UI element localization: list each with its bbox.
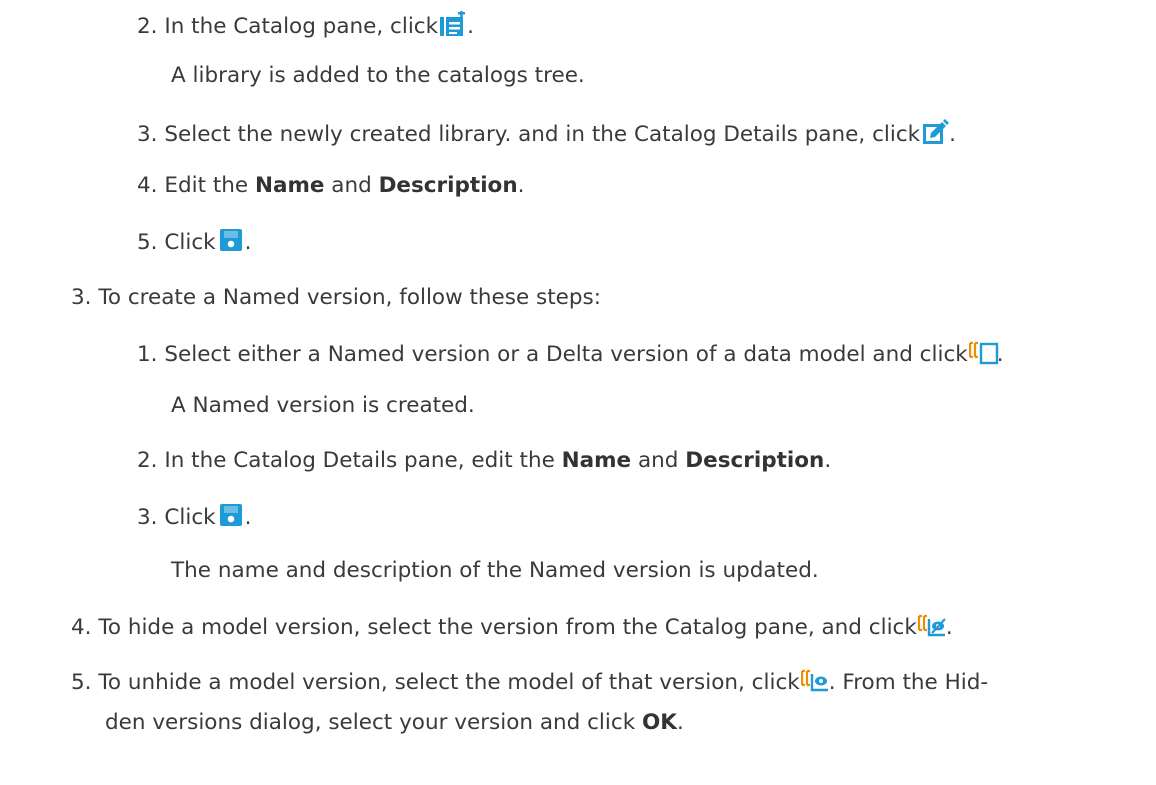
step-5-save: 5. Click . [137, 227, 251, 257]
step-text: den versions dialog, select your version… [105, 710, 642, 735]
step-4-edit-fields: 4. Edit the Name and Description. [137, 172, 524, 200]
edit-icon [921, 119, 950, 145]
step-punct: . [945, 615, 953, 640]
bold-name: Name [254, 173, 325, 198]
step-text: Click [164, 230, 216, 255]
substep-1-select-version: 1. Select either a Named version or a De… [137, 339, 1004, 369]
step-text: Click [164, 505, 216, 530]
bold-description: Description [378, 173, 518, 198]
step-number: 4. [71, 615, 92, 640]
unhide-version-icon [800, 667, 829, 693]
result-text: The name and description of the Named ve… [171, 558, 819, 583]
step-2-result: A library is added to the catalogs tree. [171, 62, 585, 90]
substep-1-result: A Named version is created. [171, 392, 475, 420]
step-punct: . [467, 14, 474, 39]
step-number: 5. [71, 670, 92, 695]
substep-3-result: The name and description of the Named ve… [171, 557, 819, 585]
step-number: 3. [137, 505, 158, 530]
hide-version-icon [917, 612, 946, 638]
step-punct: . [824, 448, 832, 473]
step-punct: . [517, 173, 525, 198]
step-punct: . [996, 342, 1004, 367]
step-punct: . [949, 122, 956, 147]
result-text: A Named version is created. [171, 393, 475, 418]
result-text: A library is added to the catalogs tree. [171, 63, 585, 88]
step-number: 3. [71, 285, 92, 310]
step-text-mid: and [631, 448, 686, 473]
step-number: 1. [137, 342, 158, 367]
save-icon [217, 227, 245, 253]
bold-name: Name [561, 448, 632, 473]
step-text: Select either a Named version or a Delta… [164, 342, 968, 367]
step-punct: . [244, 505, 252, 530]
bold-ok: OK [642, 710, 677, 735]
named-version-icon [968, 339, 998, 365]
step-5-unhide-version: 5. To unhide a model version, select the… [71, 667, 988, 697]
add-library-icon [439, 11, 467, 37]
step-text: In the Catalog pane, click [164, 14, 439, 39]
step-text-cont: . From the Hid- [828, 670, 989, 695]
step-2-add-library: 2. In the Catalog pane, click . [137, 11, 474, 41]
step-number: 3. [137, 122, 158, 147]
step-text: To create a Named version, follow these … [98, 285, 601, 310]
step-text: To hide a model version, select the vers… [98, 615, 917, 640]
step-number: 2. [137, 14, 158, 39]
step-text: In the Catalog Details pane, edit the [164, 448, 562, 473]
step-punct: . [676, 710, 684, 735]
substep-2-edit-details: 2. In the Catalog Details pane, edit the… [137, 447, 831, 475]
step-5-continued: den versions dialog, select your version… [105, 709, 684, 737]
step-3-named-version: 3. To create a Named version, follow the… [71, 284, 601, 312]
step-3-edit-library: 3. Select the newly created library. and… [137, 119, 956, 149]
save-icon [217, 502, 245, 528]
substep-3-save: 3. Click . [137, 502, 251, 532]
step-number: 4. [137, 173, 158, 198]
step-4-hide-version: 4. To hide a model version, select the v… [71, 612, 953, 642]
step-punct: . [244, 230, 252, 255]
step-number: 5. [137, 230, 158, 255]
step-text: Edit the [164, 173, 255, 198]
step-text-mid: and [324, 173, 379, 198]
step-text: To unhide a model version, select the mo… [98, 670, 800, 695]
bold-description: Description [685, 448, 825, 473]
step-number: 2. [137, 448, 158, 473]
step-text: Select the newly created library. and in… [164, 122, 921, 147]
